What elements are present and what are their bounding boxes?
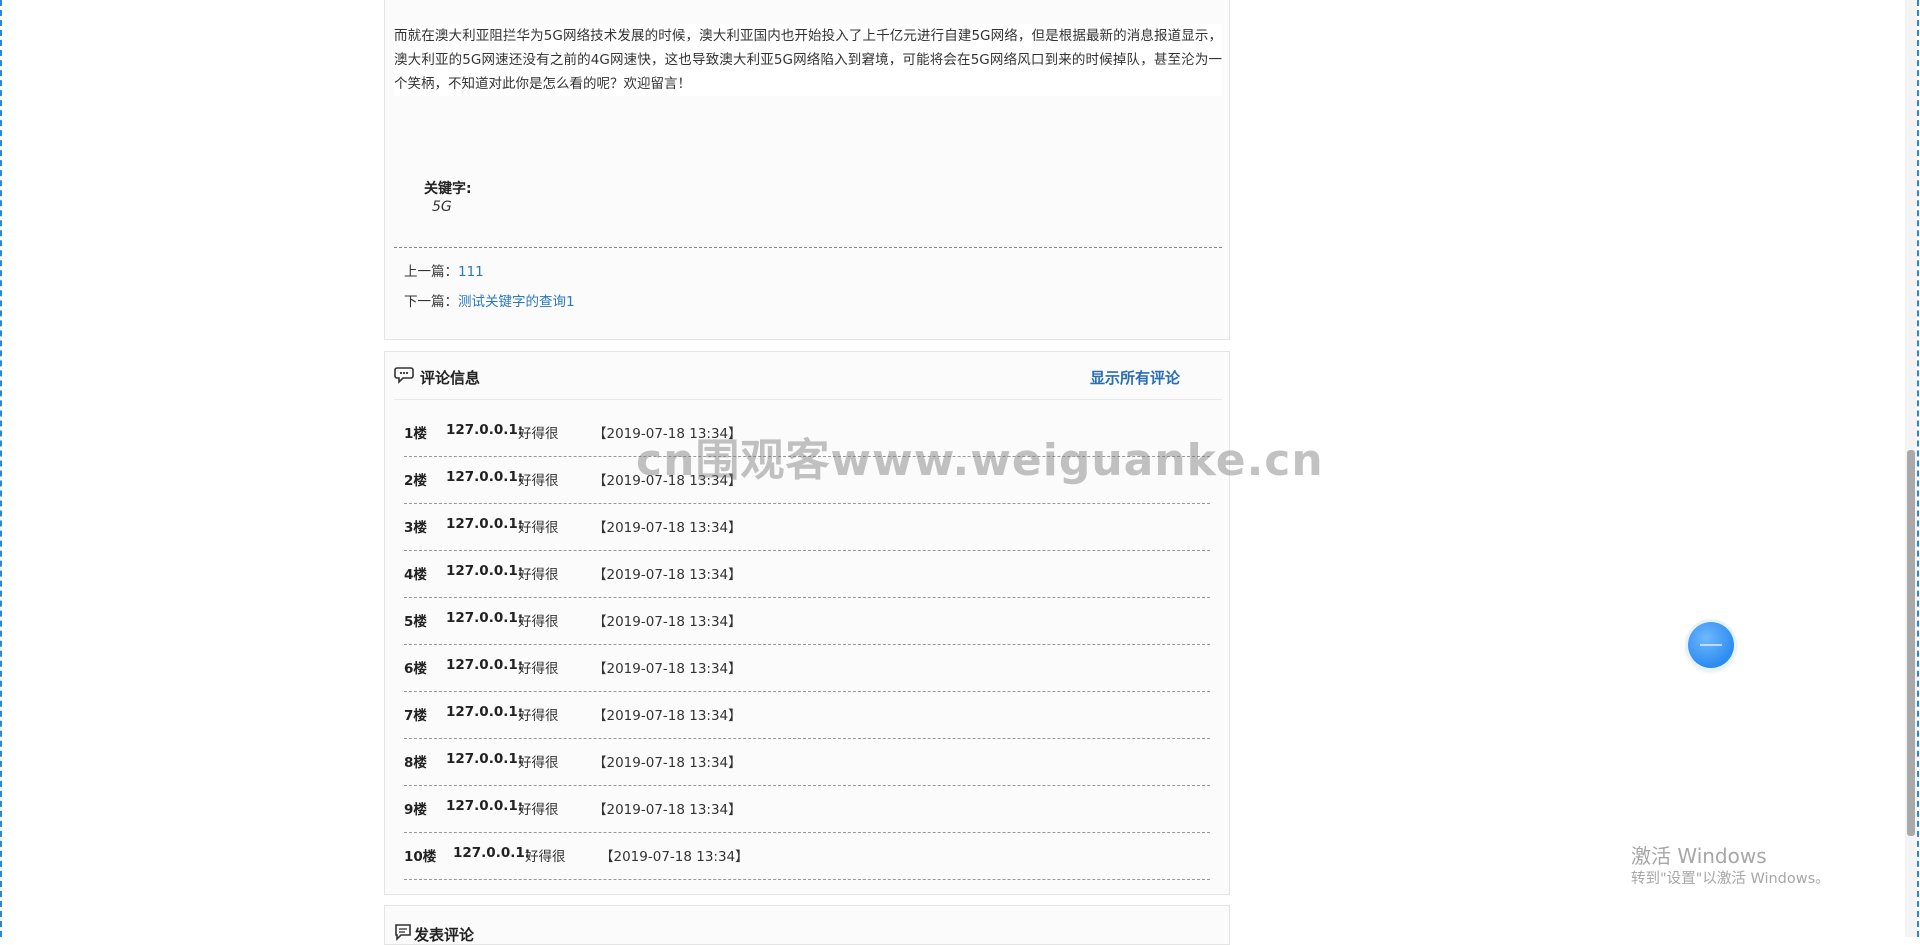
- comment-item: 8楼 127.0.0.1: 好得很 【2019-07-18 13:34】: [404, 739, 1210, 786]
- comment-text: 好得很: [518, 755, 559, 771]
- article-panel: 而就在澳大利亚阻拦华为5G网络技术发展的时候，澳大利亚国内也开始投入了上千亿元进…: [384, 0, 1230, 340]
- comment-text: 好得很: [518, 520, 559, 536]
- comment-ip: 127.0.0.1:: [446, 563, 524, 579]
- comment-floor: 8楼: [404, 755, 427, 771]
- page-right-dashed-border: [1917, 0, 1919, 937]
- comment-ip: 127.0.0.1:: [446, 516, 524, 532]
- comment-item: 10楼 127.0.0.1: 好得很 【2019-07-18 13:34】: [404, 833, 1210, 880]
- comment-floor: 5楼: [404, 614, 427, 630]
- comment-text: 好得很: [525, 849, 566, 865]
- comment-floor: 3楼: [404, 520, 427, 536]
- next-article-label: 下一篇：: [404, 294, 458, 310]
- comment-text: 好得很: [518, 473, 559, 489]
- comment-ip: 127.0.0.1:: [446, 657, 524, 673]
- comment-floor: 4楼: [404, 567, 427, 583]
- scrollbar-thumb[interactable]: [1907, 450, 1915, 836]
- next-article-row: 下一篇：测试关键字的查询1: [404, 290, 575, 310]
- keywords-label: 关键字:: [424, 181, 472, 197]
- chat-bubbles-icon: [394, 367, 414, 384]
- float-button-line-icon: [1700, 644, 1722, 646]
- comment-text: 好得很: [518, 426, 559, 442]
- float-circle-button[interactable]: [1688, 622, 1734, 668]
- comment-ip: 127.0.0.1:: [453, 845, 531, 861]
- comments-header: 评论信息 显示所有评论: [394, 352, 1222, 400]
- site-watermark: cn围观客www.weiguanke.cn: [636, 435, 1324, 486]
- comment-item: 9楼 127.0.0.1: 好得很 【2019-07-18 13:34】: [404, 786, 1210, 833]
- comment-time: 【2019-07-18 13:34】: [600, 849, 749, 865]
- comment-time: 【2019-07-18 13:34】: [593, 614, 742, 630]
- comment-item: 7楼 127.0.0.1: 好得很 【2019-07-18 13:34】: [404, 692, 1210, 739]
- show-all-comments-link[interactable]: 显示所有评论: [1090, 367, 1180, 388]
- comment-floor: 6楼: [404, 661, 427, 677]
- comment-time: 【2019-07-18 13:34】: [593, 802, 742, 818]
- next-article-link[interactable]: 测试关键字的查询1: [458, 294, 575, 310]
- post-comment-title: 发表评论: [414, 926, 475, 944]
- comment-time: 【2019-07-18 13:34】: [593, 755, 742, 771]
- comment-ip: 127.0.0.1:: [446, 610, 524, 626]
- comment-ip: 127.0.0.1:: [446, 798, 524, 814]
- comment-floor: 9楼: [404, 802, 427, 818]
- comment-text: 好得很: [518, 567, 559, 583]
- windows-activation-title: 激活 Windows: [1631, 844, 1767, 868]
- comment-time: 【2019-07-18 13:34】: [593, 661, 742, 677]
- comment-time: 【2019-07-18 13:34】: [593, 520, 742, 536]
- post-comment-panel: 发表评论: [384, 905, 1230, 945]
- comment-ip: 127.0.0.1:: [446, 469, 524, 485]
- windows-activation-subtitle: 转到"设置"以激活 Windows。: [1631, 871, 1830, 887]
- prev-article-link[interactable]: 111: [458, 264, 484, 280]
- comment-item: 4楼 127.0.0.1: 好得很 【2019-07-18 13:34】: [404, 551, 1210, 598]
- article-paragraph: 而就在澳大利亚阻拦华为5G网络技术发展的时候，澳大利亚国内也开始投入了上千亿元进…: [394, 24, 1222, 96]
- comment-floor: 10楼: [404, 849, 437, 865]
- comment-text: 好得很: [518, 614, 559, 630]
- comment-item: 6楼 127.0.0.1: 好得很 【2019-07-18 13:34】: [404, 645, 1210, 692]
- speech-bubble-icon: [395, 924, 411, 941]
- comment-time: 【2019-07-18 13:34】: [593, 708, 742, 724]
- comment-ip: 127.0.0.1:: [446, 751, 524, 767]
- comment-text: 好得很: [518, 802, 559, 818]
- comment-floor: 2楼: [404, 473, 427, 489]
- comment-time: 【2019-07-18 13:34】: [593, 567, 742, 583]
- comment-text: 好得很: [518, 661, 559, 677]
- comments-title: 评论信息: [420, 369, 481, 387]
- comment-item: 3楼 127.0.0.1: 好得很 【2019-07-18 13:34】: [404, 504, 1210, 551]
- vertical-scrollbar[interactable]: [1905, 0, 1917, 937]
- keywords-value[interactable]: 5G: [432, 199, 452, 215]
- comment-floor: 1楼: [404, 426, 427, 442]
- page-left-dashed-border: [0, 0, 2, 937]
- prev-article-label: 上一篇：: [404, 264, 458, 280]
- prev-article-row: 上一篇：111: [404, 260, 484, 280]
- article-divider: [394, 247, 1222, 248]
- comment-floor: 7楼: [404, 708, 427, 724]
- comment-item: 5楼 127.0.0.1: 好得很 【2019-07-18 13:34】: [404, 598, 1210, 645]
- comment-ip: 127.0.0.1:: [446, 422, 524, 438]
- comment-ip: 127.0.0.1:: [446, 704, 524, 720]
- comment-text: 好得很: [518, 708, 559, 724]
